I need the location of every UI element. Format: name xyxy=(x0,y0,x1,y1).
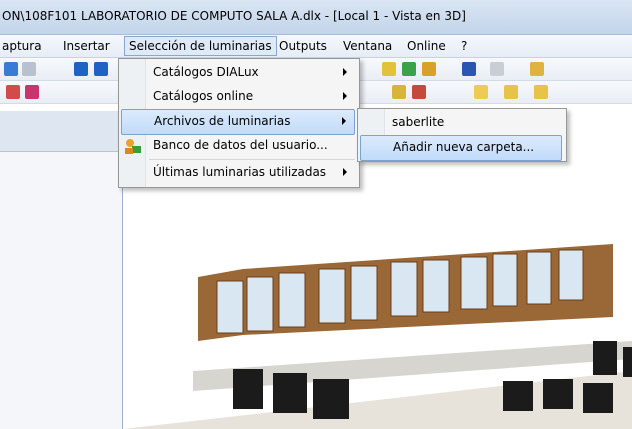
menu-item-archivos-luminarias[interactable]: Archivos de luminarias xyxy=(121,109,355,135)
menu-help[interactable]: ? xyxy=(461,39,467,53)
project-panel xyxy=(0,111,123,429)
submenu-arrow-icon xyxy=(343,92,347,100)
menu-separator xyxy=(149,159,355,160)
pencil-icon[interactable] xyxy=(530,62,544,76)
luminaire-icon[interactable] xyxy=(382,62,396,76)
menu-item-catalogos-dialux[interactable]: Catálogos DIALux xyxy=(121,61,355,85)
menu-outputs[interactable]: Outputs xyxy=(279,39,327,53)
folder-icon[interactable] xyxy=(534,85,548,99)
menu-item-ultimas-luminarias[interactable]: Últimas luminarias utilizadas xyxy=(121,161,355,185)
submenu-arrow-icon xyxy=(342,117,346,125)
gear-icon[interactable] xyxy=(490,62,504,76)
redo-icon[interactable] xyxy=(22,62,36,76)
object-icon[interactable] xyxy=(392,85,406,99)
title-bar: ON\108F101 LABORATORIO DE COMPUTO SALA A… xyxy=(0,0,632,35)
object-icon[interactable] xyxy=(412,85,426,99)
output-icon[interactable] xyxy=(422,62,436,76)
panel-header xyxy=(0,111,122,152)
window-title: ON\108F101 LABORATORIO DE COMPUTO SALA A… xyxy=(2,9,466,23)
menu-item-banco-datos[interactable]: Banco de datos del usuario... xyxy=(121,134,355,158)
folder-icon[interactable] xyxy=(504,85,518,99)
submenu-arrow-icon xyxy=(343,68,347,76)
submenu-item-anadir-carpeta[interactable]: Añadir nueva carpeta... xyxy=(360,135,562,161)
menu-ventana[interactable]: Ventana xyxy=(343,39,392,53)
luminaires-menu: Catálogos DIALux Catálogos online Archiv… xyxy=(118,58,360,188)
tool-icon[interactable] xyxy=(25,85,39,99)
calc-icon[interactable] xyxy=(402,62,416,76)
submenu-arrow-icon xyxy=(343,168,347,176)
menu-item-catalogos-online[interactable]: Catálogos online xyxy=(121,85,355,109)
undo-icon[interactable] xyxy=(4,62,18,76)
pen-icon[interactable] xyxy=(462,62,476,76)
folder-icon[interactable] xyxy=(474,85,488,99)
room-icon[interactable] xyxy=(94,62,108,76)
submenu-item-saberlite[interactable]: saberlite xyxy=(360,111,562,135)
tool-icon[interactable] xyxy=(6,85,20,99)
menu-seleccion-luminarias[interactable]: Selección de luminarias xyxy=(124,36,277,56)
menu-bar: aptura Insertar Selección de luminarias … xyxy=(0,35,632,58)
archivos-submenu: saberlite Añadir nueva carpeta... xyxy=(357,108,567,162)
menu-online[interactable]: Online xyxy=(407,39,446,53)
cube-icon[interactable] xyxy=(74,62,88,76)
user-database-icon xyxy=(125,139,141,154)
menu-insertar[interactable]: Insertar xyxy=(63,39,110,53)
menu-captura[interactable]: aptura xyxy=(2,39,42,53)
